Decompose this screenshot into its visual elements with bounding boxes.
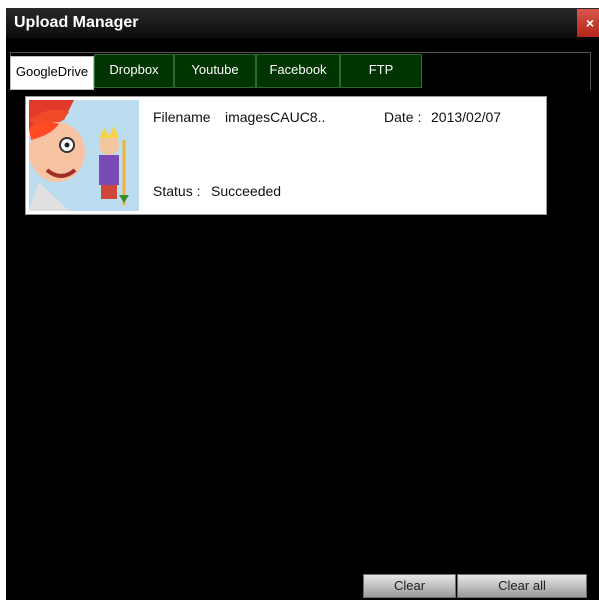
tab-bar: GoogleDrive Dropbox Youtube Facebook FTP <box>6 52 599 91</box>
status-value: Succeeded <box>211 183 282 199</box>
filename-value: imagesCAUC8.. <box>225 109 326 125</box>
upload-item[interactable]: Filename imagesCAUC8.. Date : 2013/02/07… <box>25 96 547 215</box>
tab-facebook[interactable]: Facebook <box>256 54 340 88</box>
status-label: Status : <box>153 183 201 199</box>
window-title: Upload Manager <box>14 14 139 31</box>
clear-all-button[interactable]: Clear all <box>457 574 587 598</box>
date-label: Date : <box>384 109 422 125</box>
upload-manager-window: Upload Manager × GoogleDrive Dropbox You… <box>6 8 599 600</box>
tab-youtube[interactable]: Youtube <box>174 54 256 88</box>
close-icon: × <box>585 15 595 31</box>
tab-dropbox[interactable]: Dropbox <box>94 54 174 88</box>
upload-list: Filename imagesCAUC8.. Date : 2013/02/07… <box>6 90 599 600</box>
image-thumbnail-icon <box>29 100 139 211</box>
title-bar[interactable]: Upload Manager × <box>6 8 599 38</box>
filename-label: Filename <box>153 109 211 125</box>
date-value: 2013/02/07 <box>431 109 502 125</box>
tab-ftp[interactable]: FTP <box>340 54 422 88</box>
clear-button[interactable]: Clear <box>363 574 456 598</box>
close-button[interactable]: × <box>577 9 599 37</box>
tab-googledrive[interactable]: GoogleDrive <box>10 56 94 90</box>
